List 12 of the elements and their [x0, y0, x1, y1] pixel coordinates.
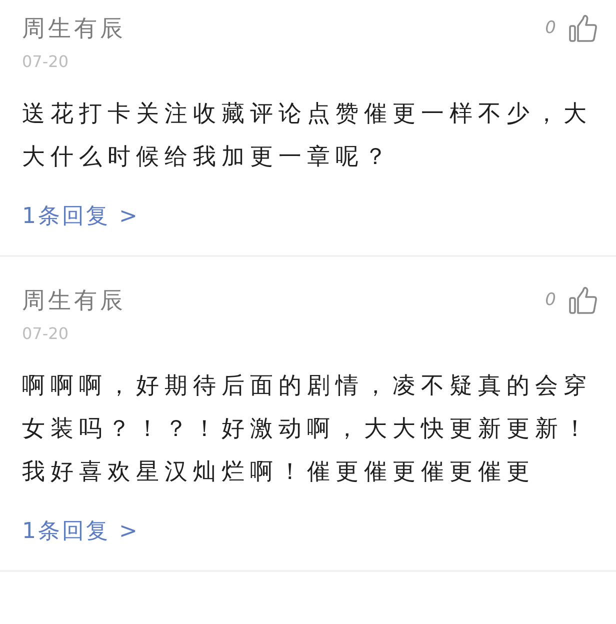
thumbs-up-icon[interactable]	[568, 13, 598, 43]
like-count: 0	[545, 18, 556, 38]
comment-text: 啊啊啊，好期待后面的剧情，凌不疑真的会穿女装吗？！？！好激动啊，大大快更新更新！我好喜欢星汉灿烂啊！催更催更催更催更	[22, 372, 593, 487]
replies-link[interactable]: 1条回复 >	[22, 516, 140, 548]
replies-link[interactable]: 1条回复 >	[22, 201, 140, 233]
comment-date: 07-20	[22, 51, 70, 73]
user-name: 周生有辰	[22, 14, 126, 44]
comment-date: 07-20	[22, 323, 70, 345]
like-count: 0	[545, 290, 556, 310]
user-name: 周生有辰	[22, 286, 126, 316]
thumbs-up-icon[interactable]	[568, 285, 598, 315]
comment-text: 送花打卡关注收藏评论点赞催更一样不少，大大什么时候给我加更一章呢？	[22, 100, 593, 172]
